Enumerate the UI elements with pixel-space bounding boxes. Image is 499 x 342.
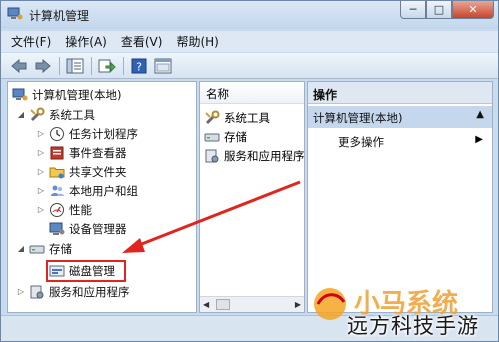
event-viewer-icon — [49, 145, 65, 161]
tree-item-label: 系统工具 — [49, 107, 95, 122]
tree-item-event-viewer[interactable]: ▷ 事件查看器 — [36, 143, 127, 162]
list-item-services[interactable]: 服务和应用程序 — [204, 147, 305, 165]
submenu-arrow-icon[interactable]: ▶ — [475, 134, 483, 145]
forward-icon[interactable] — [33, 56, 53, 76]
users-icon — [49, 183, 65, 199]
menu-action[interactable]: 操作(A) — [65, 33, 107, 50]
actions-group-label: 计算机管理(本地) — [313, 111, 403, 125]
show-tree-icon[interactable] — [65, 56, 85, 76]
tree-item-label: 本地用户和组 — [69, 183, 138, 198]
menu-help[interactable]: 帮助(H) — [176, 33, 218, 50]
shared-folder-icon — [49, 164, 65, 180]
tree-item-root[interactable]: 计算机管理(本地) — [12, 85, 121, 104]
tree-item-label: 共享文件夹 — [69, 164, 127, 179]
toolbar: ? — [1, 53, 498, 79]
computer-management-icon — [12, 87, 28, 103]
tree-item-label: 任务计划程序 — [69, 126, 138, 141]
tree-item-system-tools[interactable]: ◢ 系统工具 — [16, 105, 95, 124]
svg-text:?: ? — [136, 60, 142, 73]
tools-icon — [204, 110, 220, 126]
tree-item-label: 计算机管理(本地) — [32, 87, 122, 102]
menu-bar: 文件(F) 操作(A) 查看(V) 帮助(H) — [1, 31, 498, 52]
tree-item-device-manager[interactable]: 设备管理器 — [49, 219, 127, 238]
performance-icon — [49, 202, 65, 218]
navigation-tree: 计算机管理(本地) ◢ 系统工具 ▷ 任务计划程序 ▷ 事件查看器 ▷ 共享文件… — [7, 81, 197, 313]
export-icon[interactable] — [97, 56, 117, 76]
storage-icon — [29, 241, 45, 257]
tree-item-services[interactable]: ▷ 服务和应用程序 — [16, 282, 130, 301]
more-actions-link[interactable]: 更多操作 — [338, 134, 384, 150]
toolbar-separator — [123, 56, 124, 75]
list-item-label: 存储 — [224, 130, 247, 144]
expand-arrow-icon[interactable]: ▷ — [36, 186, 46, 195]
tree-item-label: 服务和应用程序 — [49, 284, 130, 299]
expand-arrow-icon[interactable]: ▷ — [36, 129, 46, 138]
computer-management-icon — [7, 7, 23, 21]
watermark-caption: 远方科技手游 — [347, 314, 479, 338]
toolbar-separator — [59, 56, 60, 75]
window-title: 计算机管理 — [29, 9, 90, 23]
minimize-button[interactable]: ─ — [400, 1, 426, 19]
tools-icon — [29, 107, 45, 123]
close-button[interactable]: ✕ — [452, 1, 494, 19]
back-icon[interactable] — [9, 56, 29, 76]
collapse-arrow-icon[interactable]: ◢ — [16, 244, 26, 253]
tree-item-label: 性能 — [69, 202, 92, 217]
collapse-up-icon[interactable]: ▲ — [476, 109, 484, 120]
tree-item-label: 事件查看器 — [69, 145, 127, 160]
horizontal-scrollbar[interactable]: ◀ ▶ — [200, 296, 304, 312]
properties-icon[interactable] — [153, 56, 173, 76]
actions-header: 操作 — [308, 82, 492, 104]
tree-item-label: 设备管理器 — [69, 221, 127, 236]
list-item-system-tools[interactable]: 系统工具 — [204, 109, 270, 127]
scroll-left-icon[interactable]: ◀ — [203, 300, 209, 309]
storage-icon — [204, 129, 220, 145]
maximize-button[interactable]: □ — [426, 1, 452, 19]
list-item-label: 服务和应用程序 — [224, 149, 305, 163]
name-column-header[interactable]: 名称 — [200, 82, 304, 104]
tree-item-label: 存储 — [49, 241, 72, 256]
toolbar-separator — [91, 56, 92, 75]
scrollbar-thumb[interactable] — [216, 299, 230, 310]
scroll-right-icon[interactable]: ▶ — [295, 300, 301, 309]
expand-arrow-icon[interactable]: ▷ — [36, 167, 46, 176]
services-icon — [29, 284, 45, 300]
list-item-label: 系统工具 — [224, 111, 270, 125]
title-bar[interactable]: 计算机管理 ─ □ ✕ — [1, 1, 498, 29]
services-icon — [204, 148, 220, 164]
tree-item-local-users[interactable]: ▷ 本地用户和组 — [36, 181, 138, 200]
device-manager-icon — [49, 221, 65, 237]
expand-arrow-icon[interactable]: ▷ — [36, 148, 46, 157]
help-icon[interactable]: ? — [129, 56, 149, 76]
expand-arrow-icon[interactable]: ▷ — [16, 287, 26, 296]
disk-management-highlight — [46, 260, 126, 282]
window-controls: ─ □ ✕ — [400, 1, 494, 21]
tree-item-task-scheduler[interactable]: ▷ 任务计划程序 — [36, 124, 138, 143]
tree-item-shared-folders[interactable]: ▷ 共享文件夹 — [36, 162, 127, 181]
actions-pane: 操作 计算机管理(本地) ▲ 更多操作 ▶ — [307, 81, 493, 313]
expand-arrow-icon[interactable]: ▷ — [36, 205, 46, 214]
tree-item-performance[interactable]: ▷ 性能 — [36, 200, 92, 219]
content-list: 名称 系统工具 存储 服务和应用程序 ◀ ▶ — [199, 81, 305, 313]
menu-view[interactable]: 查看(V) — [121, 33, 163, 50]
clock-icon — [49, 126, 65, 142]
actions-group-computer[interactable]: 计算机管理(本地) ▲ — [308, 106, 492, 128]
collapse-arrow-icon[interactable]: ◢ — [16, 110, 26, 119]
tree-item-storage[interactable]: ◢ 存储 — [16, 239, 72, 258]
menu-file[interactable]: 文件(F) — [11, 33, 51, 50]
list-item-storage[interactable]: 存储 — [204, 128, 247, 146]
